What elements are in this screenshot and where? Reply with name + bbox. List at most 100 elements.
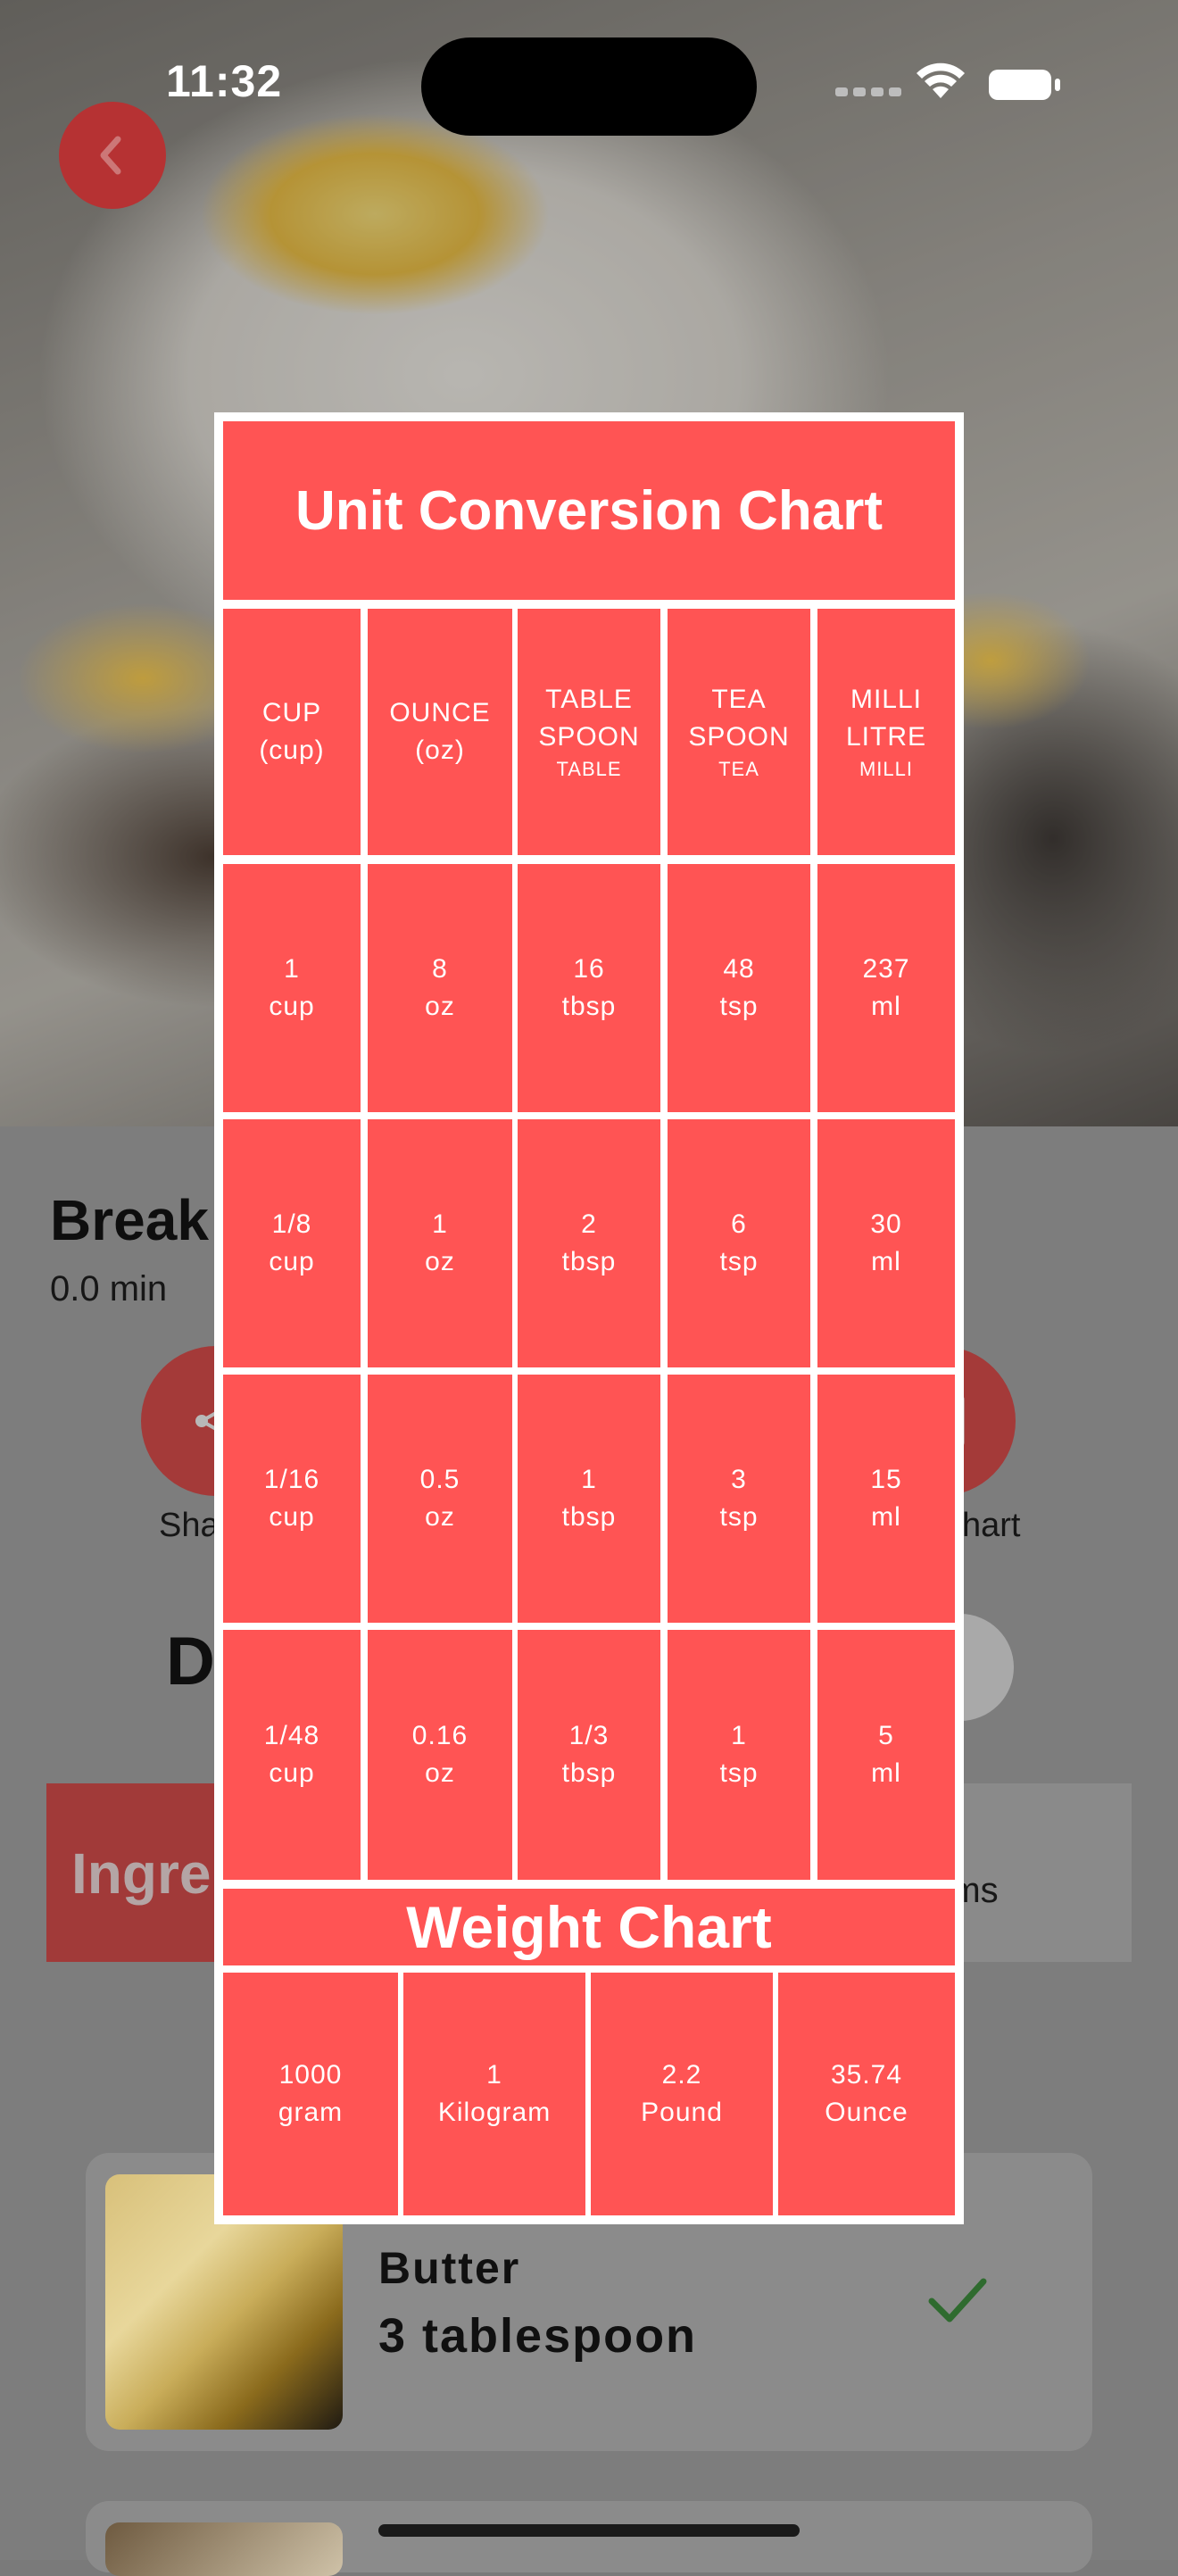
cell-value: 237 — [862, 954, 910, 984]
header-line2: SPOON — [688, 722, 790, 752]
cell-value: 1 — [581, 1465, 597, 1494]
header-teaspoon: TEA SPOON TEA — [668, 609, 810, 855]
weight-chart-title: Weight Chart — [223, 1889, 955, 1965]
status-time: 11:32 — [166, 56, 283, 106]
cell-unit: ml — [871, 1758, 901, 1788]
weight-cell: 2.2 Pound — [591, 1973, 773, 2215]
cell-unit: tsp — [719, 1247, 759, 1276]
cell-unit: tbsp — [561, 992, 617, 1021]
conversion-cell: 5 ml — [817, 1630, 955, 1880]
conversion-cell: 237 ml — [817, 864, 955, 1112]
conversion-cell: 1/8 cup — [223, 1119, 361, 1367]
header-millilitre: MILLI LITRE MILLI — [817, 609, 955, 855]
cell-unit: oz — [425, 1758, 455, 1788]
conversion-cell: 0.5 oz — [368, 1375, 512, 1623]
cell-unit: tsp — [719, 1758, 759, 1788]
cell-unit: tsp — [719, 1502, 759, 1532]
cell-value: 30 — [870, 1209, 902, 1239]
conversion-cell: 3 tsp — [668, 1375, 810, 1623]
header-line1: TEA — [711, 685, 767, 714]
recipe-title: Break — [50, 1188, 209, 1252]
status-icons — [835, 62, 1060, 100]
back-button[interactable] — [59, 102, 166, 209]
weight-cell: 35.74 Ounce — [778, 1973, 955, 2215]
dynamic-island — [421, 37, 757, 136]
conversion-cell: 30 ml — [817, 1119, 955, 1367]
cell-unit: ml — [871, 1502, 901, 1532]
cell-unit: cup — [269, 992, 315, 1021]
cell-value: 2 — [581, 1209, 597, 1239]
header-line1: OUNCE — [389, 698, 491, 727]
header-line3: TEA — [718, 758, 759, 780]
recipe-duration: 0.0 min — [50, 1269, 168, 1309]
cell-value: 1/8 — [271, 1209, 312, 1239]
cell-unit: cup — [269, 1502, 315, 1532]
conversion-cell: 48 tsp — [668, 864, 810, 1112]
cell-value: 0.5 — [419, 1465, 460, 1494]
ingredient-image — [105, 2522, 343, 2576]
conversion-cell: 1 tbsp — [518, 1375, 660, 1623]
cell-value: 16 — [573, 954, 605, 984]
cell-unit: oz — [425, 992, 455, 1021]
chart-label: hart — [962, 1507, 1021, 1544]
header-line1: TABLE — [545, 685, 633, 714]
cell-unit: tbsp — [561, 1502, 617, 1532]
cell-value: 1000 — [278, 2060, 343, 2090]
conversion-cell: 16 tbsp — [518, 864, 660, 1112]
cell-value: 3 — [731, 1465, 747, 1494]
cell-unit: oz — [425, 1502, 455, 1532]
cell-value: 48 — [723, 954, 755, 984]
cell-unit: tbsp — [561, 1247, 617, 1276]
header-line2: (oz) — [415, 735, 465, 765]
chevron-left-icon — [100, 136, 121, 175]
cell-value: 1/48 — [263, 1721, 320, 1750]
battery-icon — [989, 70, 1060, 100]
cell-value: 2.2 — [661, 2060, 702, 2090]
header-line2: SPOON — [538, 722, 640, 752]
header-tablespoon: TABLE SPOON TABLE — [518, 609, 660, 855]
conversion-cell: 1 cup — [223, 864, 361, 1112]
check-icon[interactable] — [926, 2274, 989, 2328]
header-line3: TABLE — [556, 758, 622, 780]
tab-ingredients-label: Ingre — [71, 1841, 212, 1906]
conversion-cell: 1/3 tbsp — [518, 1630, 660, 1880]
cell-value: 0.16 — [411, 1721, 469, 1750]
cell-value: 1 — [284, 954, 300, 984]
cell-value: 1 — [486, 2060, 502, 2090]
header-line3: MILLI — [859, 758, 914, 780]
cell-value: 15 — [870, 1465, 902, 1494]
header-line1: MILLI — [850, 685, 923, 714]
ingredient-name: Butter — [378, 2243, 521, 2293]
section-heading: D — [166, 1624, 215, 1699]
chart-title: Unit Conversion Chart — [223, 421, 955, 600]
cell-unit: tbsp — [561, 1758, 617, 1788]
cellular-signal-icon — [835, 87, 901, 96]
conversion-cell: 1 tsp — [668, 1630, 810, 1880]
conversion-cell: 0.16 oz — [368, 1630, 512, 1880]
ingredient-quantity: 3 tablespoon — [378, 2309, 698, 2363]
home-indicator[interactable] — [378, 2524, 800, 2537]
cell-value: 1/3 — [568, 1721, 610, 1750]
header-ounce: OUNCE (oz) — [368, 609, 512, 855]
cell-unit: cup — [269, 1758, 315, 1788]
weight-cell: 1 Kilogram — [403, 1973, 585, 2215]
share-label: Sha — [159, 1507, 220, 1544]
cell-value: 5 — [878, 1721, 894, 1750]
cell-value: 35.74 — [830, 2060, 903, 2090]
cell-value: 1 — [731, 1721, 747, 1750]
conversion-cell: 1/48 cup — [223, 1630, 361, 1880]
weight-cell: 1000 gram — [223, 1973, 398, 2215]
cell-unit: Pound — [641, 2098, 723, 2127]
cell-unit: tsp — [719, 992, 759, 1021]
header-line2: (cup) — [259, 735, 325, 765]
cell-unit: cup — [269, 1247, 315, 1276]
conversion-cell: 1/16 cup — [223, 1375, 361, 1623]
cell-unit: ml — [871, 992, 901, 1021]
cell-unit: ml — [871, 1247, 901, 1276]
conversion-cell: 2 tbsp — [518, 1119, 660, 1367]
header-cup: CUP (cup) — [223, 609, 361, 855]
conversion-cell: 1 oz — [368, 1119, 512, 1367]
header-line1: CUP — [261, 698, 322, 727]
cell-value: 6 — [731, 1209, 747, 1239]
cell-unit: gram — [278, 2098, 344, 2127]
